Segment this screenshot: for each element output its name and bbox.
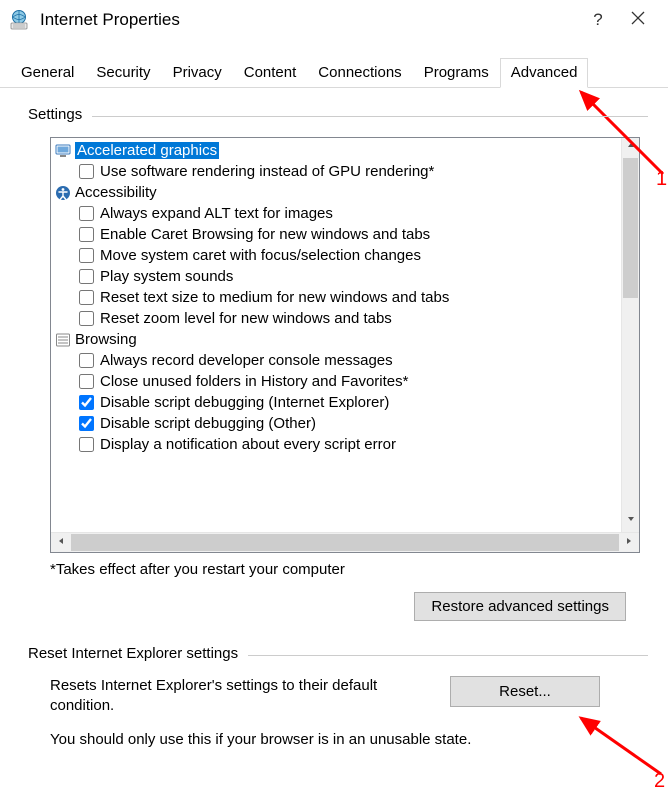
category-label: Browsing (75, 331, 137, 348)
tree-checkbox[interactable] (79, 437, 94, 452)
tree-checkbox[interactable] (79, 164, 94, 179)
tree-checkbox[interactable] (79, 227, 94, 242)
scroll-down-button[interactable] (622, 512, 639, 532)
restore-advanced-button[interactable]: Restore advanced settings (414, 592, 626, 621)
tree-item-label: Close unused folders in History and Favo… (100, 373, 408, 390)
scroll-thumb[interactable] (623, 158, 638, 298)
annotation-label-1: 1 (656, 168, 667, 191)
tree-item-label: Always record developer console messages (100, 352, 393, 369)
tab-programs[interactable]: Programs (413, 58, 500, 87)
scroll-up-button[interactable] (622, 138, 639, 158)
settings-label: Settings (28, 106, 92, 123)
tab-advanced[interactable]: Advanced (500, 58, 589, 88)
reset-description: Resets Internet Explorer's settings to t… (50, 676, 430, 717)
tree-checkbox[interactable] (79, 353, 94, 368)
category-label: Accessibility (75, 184, 157, 201)
restart-note: *Takes effect after you restart your com… (50, 561, 648, 578)
tab-security[interactable]: Security (85, 58, 161, 87)
tree-item[interactable]: Use software rendering instead of GPU re… (53, 161, 621, 182)
tree-checkbox[interactable] (79, 416, 94, 431)
display-icon (55, 143, 71, 159)
category-label: Accelerated graphics (75, 142, 219, 159)
tree-category[interactable]: Accelerated graphics (53, 140, 621, 161)
tree-item[interactable]: Disable script debugging (Internet Explo… (53, 392, 621, 413)
tree-item-label: Disable script debugging (Internet Explo… (100, 394, 389, 411)
internet-options-icon (8, 9, 30, 31)
tree-item[interactable]: Disable script debugging (Other) (53, 413, 621, 434)
tree-checkbox[interactable] (79, 311, 94, 326)
tree-item-label: Reset zoom level for new windows and tab… (100, 310, 392, 327)
tree-item-label: Display a notification about every scrip… (100, 436, 396, 453)
tree-item[interactable]: Enable Caret Browsing for new windows an… (53, 224, 621, 245)
scroll-left-button[interactable] (51, 533, 71, 553)
tree-category[interactable]: Browsing (53, 329, 621, 350)
title-bar: Internet Properties ? (0, 0, 668, 44)
tree-item[interactable]: Close unused folders in History and Favo… (53, 371, 621, 392)
scroll-right-button[interactable] (619, 533, 639, 553)
tree-checkbox[interactable] (79, 206, 94, 221)
reset-warning: You should only use this if your browser… (50, 731, 648, 748)
reset-button[interactable]: Reset... (450, 676, 600, 707)
reset-groupbox: Reset Internet Explorer settings Resets … (28, 645, 648, 748)
settings-tree: Accelerated graphics Use software renderi… (50, 137, 640, 553)
close-button[interactable] (618, 10, 658, 30)
tree-item[interactable]: Always record developer console messages (53, 350, 621, 371)
horizontal-scrollbar[interactable] (51, 532, 639, 552)
hscroll-track[interactable] (71, 534, 619, 551)
tree-checkbox[interactable] (79, 269, 94, 284)
tab-general[interactable]: General (10, 58, 85, 87)
tab-connections[interactable]: Connections (307, 58, 412, 87)
tree-checkbox[interactable] (79, 374, 94, 389)
tab-strip: GeneralSecurityPrivacyContentConnections… (0, 54, 668, 88)
annotation-label-2: 2 (654, 770, 665, 793)
tree-item[interactable]: Reset text size to medium for new window… (53, 287, 621, 308)
tree-body[interactable]: Accelerated graphics Use software renderi… (51, 138, 621, 532)
tree-item-label: Enable Caret Browsing for new windows an… (100, 226, 430, 243)
vertical-scrollbar[interactable] (621, 138, 639, 532)
tree-item-label: Disable script debugging (Other) (100, 415, 316, 432)
tree-item-label: Reset text size to medium for new window… (100, 289, 449, 306)
accessibility-icon (55, 185, 71, 201)
tree-item[interactable]: Move system caret with focus/selection c… (53, 245, 621, 266)
tree-item-label: Move system caret with focus/selection c… (100, 247, 421, 264)
tab-privacy[interactable]: Privacy (162, 58, 233, 87)
tree-item-label: Play system sounds (100, 268, 233, 285)
tree-item-label: Use software rendering instead of GPU re… (100, 163, 434, 180)
help-button[interactable]: ? (578, 10, 618, 30)
reset-group-label: Reset Internet Explorer settings (28, 645, 248, 662)
tree-item[interactable]: Play system sounds (53, 266, 621, 287)
settings-groupbox: Settings Accelerated graphics Use softwar… (28, 106, 648, 621)
tree-category[interactable]: Accessibility (53, 182, 621, 203)
tree-checkbox[interactable] (79, 395, 94, 410)
tree-item[interactable]: Display a notification about every scrip… (53, 434, 621, 455)
tab-content[interactable]: Content (233, 58, 308, 87)
window-title: Internet Properties (40, 10, 578, 30)
tree-item[interactable]: Reset zoom level for new windows and tab… (53, 308, 621, 329)
browsing-icon (55, 332, 71, 348)
tree-item[interactable]: Always expand ALT text for images (53, 203, 621, 224)
tree-checkbox[interactable] (79, 248, 94, 263)
tree-checkbox[interactable] (79, 290, 94, 305)
tree-item-label: Always expand ALT text for images (100, 205, 333, 222)
